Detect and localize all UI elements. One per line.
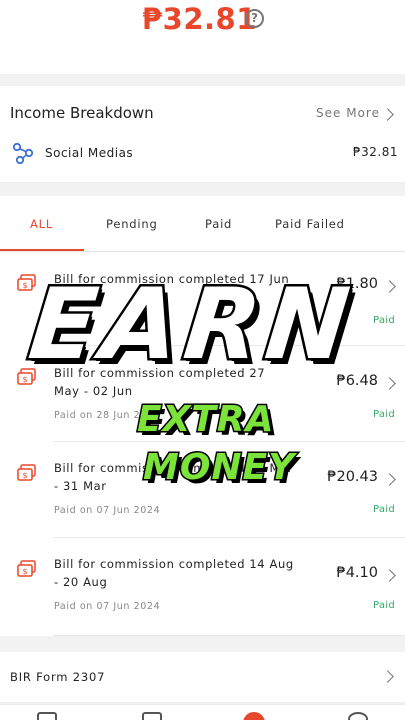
transaction-row[interactable]: $ Bill for commission completed 14 Aug -… — [0, 538, 405, 636]
transaction-amount: ₱6.48 — [336, 373, 378, 389]
bottom-nav — [0, 704, 405, 720]
income-item-amount: ₱32.81 — [353, 145, 398, 159]
chevron-right-icon[interactable] — [383, 280, 396, 293]
svg-text:$: $ — [22, 281, 27, 290]
transaction-amount: ₱4.10 — [336, 565, 378, 581]
transaction-title: Bill for commission completed 17 Jun — [54, 272, 290, 286]
earnings-icon[interactable] — [243, 712, 265, 720]
bill-icon: $ — [17, 274, 36, 291]
income-breakdown-title: Income Breakdown — [10, 104, 154, 122]
bill-icon: $ — [17, 368, 36, 385]
transaction-title: Bill for commission completed 14 Aug - 2… — [54, 557, 294, 589]
chevron-right-icon[interactable] — [383, 569, 396, 582]
status-badge: Paid — [372, 600, 395, 611]
question-circle-icon[interactable]: ? — [245, 9, 264, 28]
balance-header: ₱32.81 ? — [0, 0, 405, 74]
tab-paid[interactable]: Paid — [205, 217, 232, 231]
balance-amount: ₱32.81 — [142, 2, 257, 36]
svg-text:$: $ — [22, 375, 27, 384]
tab-paid-failed[interactable]: Paid Failed — [275, 217, 345, 231]
social-share-icon — [12, 142, 34, 164]
transaction-title: Bill for commission completed 25 Mar - 3… — [54, 461, 293, 493]
income-breakdown-card: Income Breakdown See More Social Medias … — [0, 86, 405, 182]
transaction-row[interactable]: $ Bill for commission completed 27 May -… — [0, 346, 405, 442]
transaction-list: ALL Pending Paid Paid Failed $ Bill for … — [0, 196, 405, 636]
shop-icon[interactable] — [37, 712, 57, 720]
clipboard-icon[interactable] — [142, 712, 162, 720]
transaction-row[interactable]: $ Bill for commission completed 25 Mar -… — [0, 442, 405, 538]
chevron-right-icon[interactable] — [383, 473, 396, 486]
chevron-right-icon[interactable] — [383, 377, 396, 390]
svg-text:$: $ — [22, 567, 27, 576]
transaction-title: Bill for commission completed 27 May - 0… — [54, 366, 266, 398]
bir-form-label: BIR Form 2307 — [10, 670, 106, 684]
svg-text:$: $ — [22, 471, 27, 480]
paid-on-date: Paid on 07 Jun 2024 — [54, 601, 161, 612]
chevron-right-icon[interactable] — [381, 108, 394, 121]
see-more-link[interactable]: See More — [316, 106, 380, 120]
row-divider — [53, 635, 405, 636]
bill-icon: $ — [17, 464, 36, 481]
transaction-amount: ₱20.43 — [327, 469, 378, 485]
chevron-right-icon[interactable] — [381, 670, 394, 683]
paid-on-date: Paid on 07 Jun 2024 — [54, 505, 161, 516]
search-icon[interactable] — [348, 712, 368, 720]
status-badge: Paid — [372, 409, 395, 420]
status-badge: Paid — [372, 315, 395, 326]
transaction-row[interactable]: $ Bill for commission completed 17 Jun ₱… — [0, 252, 405, 346]
status-tabs: ALL Pending Paid Paid Failed — [0, 196, 405, 252]
active-tab-indicator — [0, 249, 84, 251]
paid-on-date: Paid on 28 Jun 2024 — [54, 410, 161, 421]
income-item-label: Social Medias — [45, 146, 134, 160]
status-badge: Paid — [372, 504, 395, 515]
tab-pending[interactable]: Pending — [106, 217, 158, 231]
bir-form-row[interactable]: BIR Form 2307 — [0, 652, 405, 702]
tab-all[interactable]: ALL — [30, 217, 53, 231]
transaction-amount: ₱1.80 — [336, 276, 378, 292]
bill-icon: $ — [17, 560, 36, 577]
